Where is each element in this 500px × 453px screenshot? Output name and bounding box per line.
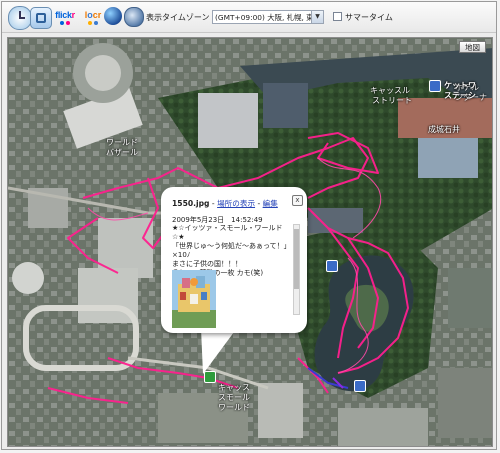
show-location-link[interactable]: 場所の表示 bbox=[217, 199, 255, 208]
globe-icon[interactable] bbox=[124, 7, 144, 27]
popup-pointer bbox=[201, 328, 237, 374]
popup-scrollbar[interactable] bbox=[293, 224, 300, 315]
photo-info-popup: x 1550.jpg - 場所の表示 - 編集 2009年5月23日 14:52… bbox=[161, 187, 307, 333]
timezone-label: 表示タイムゾーン bbox=[146, 13, 210, 22]
edit-link[interactable]: 編集 bbox=[263, 199, 278, 208]
shop-label: 成城石井 bbox=[428, 125, 460, 134]
photo-marker-icon-2[interactable] bbox=[326, 260, 338, 272]
timeline-clock-icon[interactable] bbox=[8, 6, 32, 30]
map-type-button[interactable]: 地図 bbox=[459, 41, 486, 53]
close-icon[interactable]: x bbox=[292, 195, 303, 206]
locr-button[interactable]: locr bbox=[80, 5, 106, 29]
photo-marker-icon-3[interactable] bbox=[354, 380, 366, 392]
timezone-select[interactable]: (GMT+09:00) 大阪, 札幌, 東京 ▼ bbox=[212, 10, 324, 24]
scrollbar-thumb[interactable] bbox=[294, 229, 299, 289]
google-earth-icon[interactable] bbox=[104, 7, 122, 25]
summer-time-checkbox[interactable] bbox=[333, 12, 342, 21]
station-label-2: ステーシ bbox=[444, 91, 476, 100]
photo-filename: 1550.jpg bbox=[172, 199, 210, 208]
timezone-value: (GMT+09:00) 大阪, 札幌, 東京 bbox=[215, 13, 321, 22]
app-window: flickr locr 表示タイムゾーン (GMT+09:00) 大阪, 札幌,… bbox=[1, 1, 497, 450]
photo-thumbnail[interactable] bbox=[172, 270, 216, 328]
small-world-label-3: ワールド bbox=[218, 403, 250, 412]
panel-view-icon[interactable] bbox=[30, 7, 52, 29]
description-line: ★☆イッツァ・スモール・ワールド☆★ bbox=[172, 224, 283, 241]
chevron-down-icon[interactable]: ▼ bbox=[311, 11, 323, 23]
flickr-logo: flickr bbox=[55, 9, 75, 20]
title-separator: - bbox=[209, 199, 218, 208]
summer-time-label: サマータイム bbox=[345, 13, 393, 22]
world-bazaar-label-2: バザール bbox=[106, 148, 138, 157]
description-line: 「世界じゅ～う何処だ～あぁって！」×10ﾉ bbox=[172, 242, 291, 259]
flickr-button[interactable]: flickr bbox=[52, 5, 78, 29]
description-line: まさに子供の国！！！ bbox=[172, 260, 242, 268]
toolbar: flickr locr 表示タイムゾーン (GMT+09:00) 大阪, 札幌,… bbox=[2, 2, 496, 33]
title-separator-2: - bbox=[255, 199, 263, 208]
locr-logo: locr bbox=[84, 9, 102, 20]
station-marker-icon[interactable] bbox=[429, 80, 441, 92]
popup-title: 1550.jpg - 場所の表示 - 編集 bbox=[172, 198, 278, 209]
castle-label-2: ストリート bbox=[372, 96, 412, 105]
